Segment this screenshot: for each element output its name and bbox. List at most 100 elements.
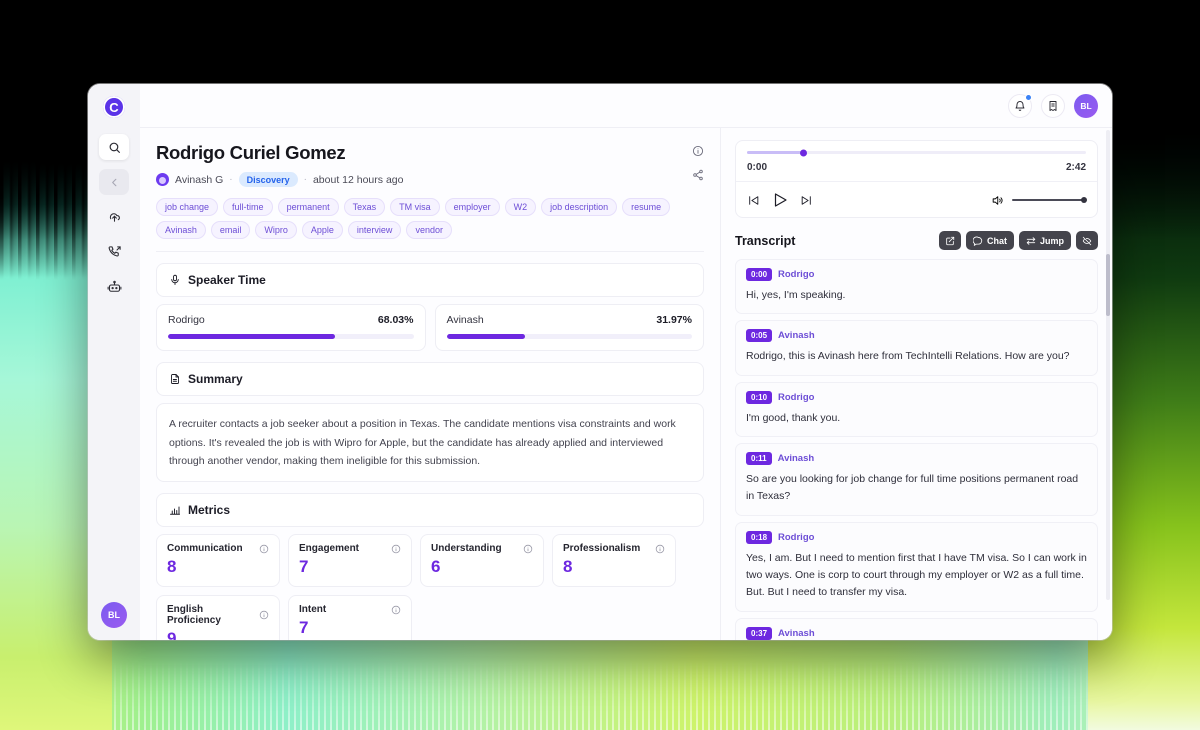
info-icon[interactable] <box>259 610 269 620</box>
total-time: 2:42 <box>1065 162 1086 173</box>
transcript-timestamp[interactable]: 0:18 <box>746 530 773 544</box>
transcript-text: I'm good, thank you. <box>746 411 841 424</box>
top-bar: BL <box>140 84 1112 128</box>
chat-button[interactable]: Chat <box>965 231 1014 250</box>
transcript-entry[interactable]: 0:05 Avinash Rodrigo, this is Avinash here… <box>735 320 1098 376</box>
tag-pill[interactable]: employer <box>444 198 500 217</box>
tag-pill[interactable]: full-time <box>223 198 273 217</box>
transcript-text: Yes, I am. But I need to mention first t… <box>746 551 1087 599</box>
info-icon[interactable] <box>391 544 401 554</box>
jump-button[interactable]: Jump <box>1018 231 1071 250</box>
status-badge[interactable]: Discovery <box>238 172 298 188</box>
transcript-entry[interactable]: 0:00 Rodrigo Hi, yes, I'm speaking. <box>735 259 1098 315</box>
metric-label: Intent <box>299 604 327 616</box>
section-header-summary[interactable]: Summary <box>156 362 704 397</box>
transcript-toolbar: Chat Jump <box>938 231 1098 250</box>
sidebar-item-upload[interactable] <box>99 204 129 230</box>
billing-button[interactable] <box>1041 93 1065 118</box>
transcript-timestamp[interactable]: 0:37 <box>746 626 773 640</box>
transcript-list[interactable]: 0:00 Rodrigo Hi, yes, I'm speaking. 0:05 Avi… <box>735 259 1098 640</box>
info-icon[interactable] <box>259 544 269 554</box>
tag-pill[interactable]: W2 <box>504 198 537 217</box>
sidebar-item-collapse[interactable] <box>99 169 129 195</box>
user-avatar[interactable]: BL <box>1074 93 1098 118</box>
section-title: Summary <box>188 372 243 387</box>
tag-pill[interactable]: Texas <box>343 198 386 217</box>
speaker-time-card: Rodrigo 68.03% <box>156 304 426 352</box>
tag-pill[interactable]: TM visa <box>390 198 440 217</box>
transcript-timestamp[interactable]: 0:10 <box>746 390 773 404</box>
meta-separator-1: · <box>229 174 233 186</box>
info-icon[interactable] <box>391 605 401 615</box>
volume-icon[interactable] <box>991 194 1004 207</box>
scrollbar-thumb[interactable] <box>1106 254 1110 316</box>
metric-top: Engagement <box>299 543 401 554</box>
info-icon[interactable] <box>655 544 665 554</box>
divider <box>156 251 704 253</box>
scrollbar-track[interactable] <box>1106 130 1110 600</box>
metric-label: Understanding <box>431 543 502 555</box>
speaker-bar-track <box>168 334 414 340</box>
title-column: Rodrigo Curiel Gomez Avinash G · Discove… <box>156 142 692 188</box>
tag-pill[interactable]: resume <box>622 198 671 217</box>
tag-pill[interactable]: vendor <box>406 221 452 240</box>
transcript-panel: 0:00 2:42 Transcript Chat Jump 0:00 Rodr… <box>720 128 1112 640</box>
sidebar-item-bot[interactable] <box>99 274 129 300</box>
info-icon[interactable] <box>523 544 533 554</box>
detail-panel: Rodrigo Curiel Gomez Avinash G · Discove… <box>140 128 720 640</box>
robot-icon <box>107 280 122 295</box>
time-row: 0:00 2:42 <box>747 162 1086 173</box>
player-divider <box>736 181 1097 182</box>
play-icon[interactable] <box>771 191 789 209</box>
section-title: Metrics <box>188 503 231 518</box>
transcript-timestamp[interactable]: 0:11 <box>746 451 772 465</box>
transcript-entry[interactable]: 0:37AvinashJust give me two minutes of t… <box>735 617 1098 640</box>
transcript-timestamp[interactable]: 0:00 <box>746 268 773 281</box>
volume-controls <box>991 194 1087 207</box>
seek-bar[interactable] <box>747 149 1086 156</box>
tag-pill[interactable]: email <box>210 221 251 240</box>
summary-text: A recruiter contacts a job seeker about … <box>156 403 704 483</box>
sidebar-avatar[interactable]: BL <box>101 602 127 628</box>
app-logo[interactable]: C <box>103 96 125 118</box>
skip-forward-icon[interactable] <box>800 194 813 207</box>
phone-outgoing-icon <box>107 245 122 260</box>
volume-handle[interactable] <box>1081 197 1087 203</box>
tag-pill[interactable]: Avinash <box>156 221 206 240</box>
tag-pill[interactable]: permanent <box>277 198 339 217</box>
notifications-button[interactable] <box>1008 93 1032 118</box>
microphone-icon <box>169 274 181 286</box>
sidebar-item-search[interactable] <box>99 134 129 160</box>
info-icon[interactable] <box>692 145 704 157</box>
transcript-timestamp[interactable]: 0:05 <box>746 329 773 343</box>
tag-pill[interactable]: job change <box>156 198 219 217</box>
playback-buttons <box>747 191 813 209</box>
metric-label: Professionalism <box>563 543 641 555</box>
seek-handle[interactable] <box>800 149 808 156</box>
sidebar-item-calls[interactable] <box>99 239 129 265</box>
tag-pill[interactable]: interview <box>347 221 402 240</box>
transcript-entry[interactable]: 0:18 Rodrigo Yes, I am. But I need to ment… <box>735 521 1098 612</box>
section-header-speaker-time[interactable]: Speaker Time <box>156 263 704 298</box>
speaker-top: Avinash 31.97% <box>447 314 693 326</box>
hide-button[interactable] <box>1076 231 1098 250</box>
speaker-bar-fill <box>168 334 335 340</box>
transcript-entry[interactable]: 0:11 Avinash So are you looking for job ch… <box>735 442 1098 516</box>
transcript-speaker: Rodrigo <box>778 391 815 403</box>
chat-button-label: Chat <box>986 235 1007 246</box>
section-header-metrics[interactable]: Metrics <box>156 493 704 528</box>
metric-card: English Proficiency 9 <box>156 595 280 640</box>
speaker-bar-track <box>446 334 692 340</box>
volume-slider[interactable] <box>1012 197 1087 203</box>
skip-back-icon[interactable] <box>747 194 760 207</box>
transcript-entry[interactable]: 0:10 Rodrigo I'm good, thank you. <box>735 381 1098 437</box>
tag-pill[interactable]: Apple <box>301 221 343 240</box>
transcript-entry-meta: 0:00 Rodrigo <box>746 268 1087 281</box>
tag-pill[interactable]: job description <box>541 198 618 217</box>
open-external-button[interactable] <box>938 231 961 250</box>
tag-pill[interactable]: Wipro <box>255 221 297 240</box>
transcript-speaker: Avinash <box>777 452 815 464</box>
share-icon[interactable] <box>692 169 704 181</box>
sidebar-rail: C BL <box>88 84 140 640</box>
chevron-left-icon <box>109 177 120 188</box>
